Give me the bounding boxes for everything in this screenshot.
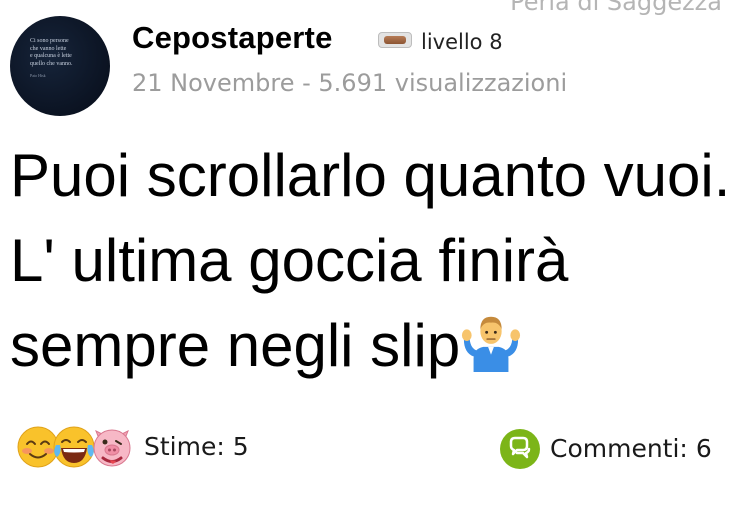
- avatar-signature: Paio Hisk: [30, 73, 46, 78]
- avatar-quote: Ci sono persone che vanno lette e qualcu…: [30, 38, 90, 80]
- post-text: Puoi scrollarlo quanto vuoi. L' ultima g…: [10, 142, 731, 379]
- post-meta: 21 Novembre - 5.691 visualizzazioni: [132, 69, 568, 97]
- pig-face-icon: [93, 429, 131, 467]
- man-shrugging-icon: [462, 316, 521, 372]
- avatar-line: Ci sono persone: [30, 38, 69, 44]
- username[interactable]: Cepostaperte: [132, 20, 333, 56]
- level-label: livello 8: [421, 30, 503, 54]
- avatar-line: e qualcuna è lette: [30, 53, 72, 59]
- avatar-line: quello che vanno.: [30, 60, 73, 67]
- comment-icon[interactable]: [500, 429, 540, 469]
- comments-count: 6: [695, 434, 712, 463]
- stime-count: 5: [232, 432, 249, 461]
- category-label: Perla di Saggezza: [510, 0, 722, 16]
- comments-label: Commenti:: [550, 434, 688, 463]
- stime-label: Stime:: [144, 432, 225, 461]
- stime-counter[interactable]: Stime: 5: [144, 432, 249, 461]
- level-badge-icon: [378, 32, 412, 48]
- reactions-group[interactable]: [16, 425, 136, 469]
- comments-counter[interactable]: Commenti: 6: [550, 434, 712, 463]
- post-body: Puoi scrollarlo quanto vuoi. L' ultima g…: [10, 133, 740, 388]
- avatar-line: che vanno lette: [30, 45, 67, 52]
- avatar[interactable]: Ci sono persone che vanno lette e qualcu…: [10, 16, 110, 116]
